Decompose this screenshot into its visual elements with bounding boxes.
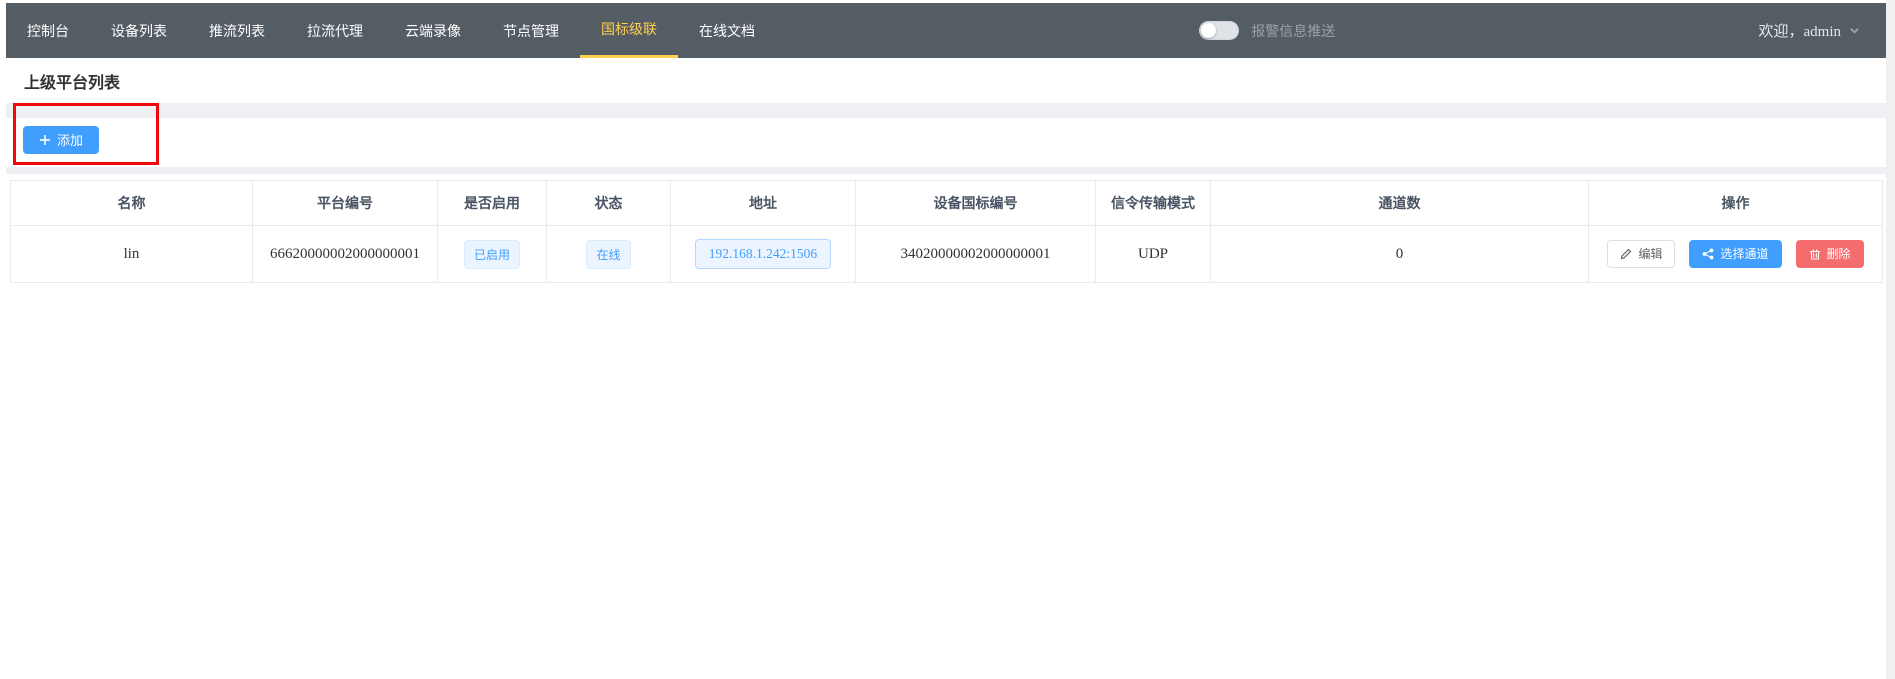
cell-operations: 编辑 选择通道 xyxy=(1589,226,1883,283)
edit-icon xyxy=(1620,248,1632,260)
col-header-status: 状态 xyxy=(547,181,671,226)
table-row: lin 66620000002000000001 已启用 在线 192.168.… xyxy=(11,226,1883,283)
nav-item-gb-cascade-active[interactable]: 国标级联 xyxy=(580,3,678,58)
enabled-badge: 已启用 xyxy=(464,240,520,269)
share-icon xyxy=(1702,248,1714,260)
nav-item-push-list[interactable]: 推流列表 xyxy=(188,3,286,58)
nav-item-node-manage[interactable]: 节点管理 xyxy=(482,3,580,58)
delete-icon xyxy=(1809,248,1821,260)
page-title: 上级平台列表 xyxy=(24,69,120,93)
toggle-knob xyxy=(1201,23,1216,38)
cell-platform-id: 66620000002000000001 xyxy=(253,226,438,283)
nav-item-cloud-record[interactable]: 云端录像 xyxy=(384,3,482,58)
nav-item-device-list[interactable]: 设备列表 xyxy=(90,3,188,58)
cell-name: lin xyxy=(11,226,253,283)
cell-transport: UDP xyxy=(1096,226,1211,283)
add-button[interactable]: 添加 xyxy=(23,126,99,154)
nav-item-pull-proxy[interactable]: 拉流代理 xyxy=(286,3,384,58)
row-actions: 编辑 选择通道 xyxy=(1589,240,1882,268)
col-header-name: 名称 xyxy=(11,181,253,226)
cell-channel-count: 0 xyxy=(1211,226,1589,283)
select-channel-button[interactable]: 选择通道 xyxy=(1689,240,1781,268)
online-status-badge: 在线 xyxy=(586,240,630,269)
page: 控制台 设备列表 推流列表 拉流代理 云端录像 节点管理 国标级联 在线文档 报… xyxy=(6,3,1886,674)
delete-button[interactable]: 删除 xyxy=(1796,240,1864,268)
cell-address: 192.168.1.242:1506 xyxy=(671,226,856,283)
alarm-push-label: 报警信息推送 xyxy=(1251,21,1335,41)
section-divider xyxy=(6,103,1886,118)
alarm-push-toggle[interactable] xyxy=(1199,21,1239,40)
toolbar: 添加 xyxy=(6,118,1886,167)
table-header-row: 名称 平台编号 是否启用 状态 地址 设备国标编号 信令传输模式 通道数 操作 xyxy=(11,181,1883,226)
chevron-down-icon xyxy=(1849,25,1860,36)
nav-item-online-docs[interactable]: 在线文档 xyxy=(678,3,776,58)
user-menu[interactable]: 欢迎，admin xyxy=(1759,3,1887,58)
cell-status: 在线 xyxy=(547,226,671,283)
col-header-enabled: 是否启用 xyxy=(438,181,547,226)
col-header-channels: 通道数 xyxy=(1211,181,1589,226)
vertical-scrollbar[interactable] xyxy=(1886,0,1895,679)
cell-device-gb-id: 34020000002000000001 xyxy=(856,226,1096,283)
address-button[interactable]: 192.168.1.242:1506 xyxy=(695,239,831,269)
alarm-push-toggle-group: 报警信息推送 xyxy=(1199,3,1335,58)
plus-icon xyxy=(39,134,51,146)
cell-enabled: 已启用 xyxy=(438,226,547,283)
col-header-transport: 信令传输模式 xyxy=(1096,181,1211,226)
edit-button[interactable]: 编辑 xyxy=(1607,240,1675,268)
col-header-address: 地址 xyxy=(671,181,856,226)
col-header-platform-id: 平台编号 xyxy=(253,181,438,226)
platform-table-section: 名称 平台编号 是否启用 状态 地址 设备国标编号 信令传输模式 通道数 操作 … xyxy=(6,174,1886,674)
nav-item-console[interactable]: 控制台 xyxy=(6,3,90,58)
section-divider xyxy=(6,167,1886,174)
title-bar: 上级平台列表 xyxy=(6,58,1886,103)
col-header-operations: 操作 xyxy=(1589,181,1883,226)
welcome-text: 欢迎，admin xyxy=(1759,20,1842,41)
platform-table: 名称 平台编号 是否启用 状态 地址 设备国标编号 信令传输模式 通道数 操作 … xyxy=(10,180,1883,283)
col-header-device-gb-id: 设备国标编号 xyxy=(856,181,1096,226)
top-navbar: 控制台 设备列表 推流列表 拉流代理 云端录像 节点管理 国标级联 在线文档 报… xyxy=(6,3,1886,58)
